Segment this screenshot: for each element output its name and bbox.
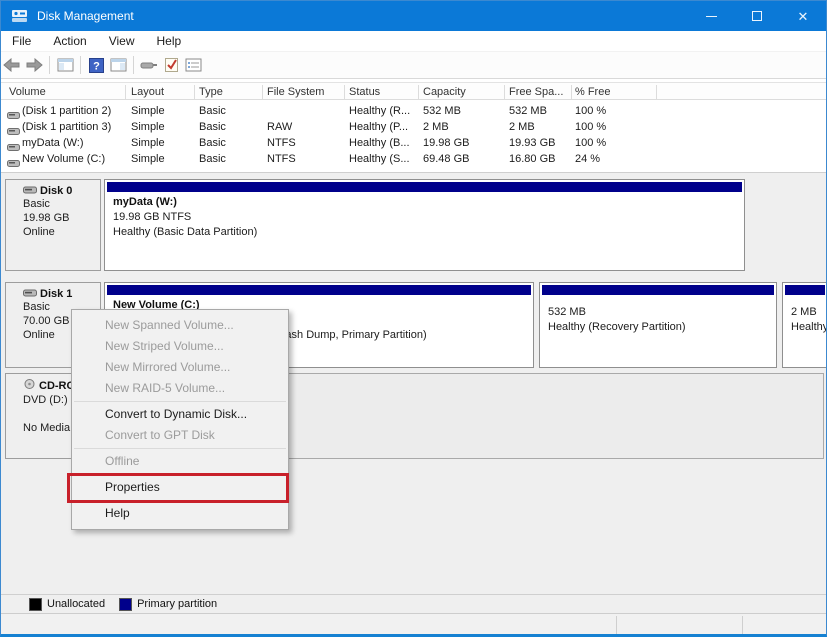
col-file-system[interactable]: File System xyxy=(267,83,324,101)
menu-file[interactable]: File xyxy=(1,31,42,52)
minimize-button[interactable] xyxy=(688,1,734,31)
toolbar-separator xyxy=(133,56,134,74)
volume-list-header: Volume Layout Type File System Status Ca… xyxy=(1,82,826,100)
minimize-icon xyxy=(706,16,717,17)
status-divider xyxy=(616,616,617,634)
primary-partition-bar xyxy=(785,285,825,297)
partition-2mb[interactable]: 2 MB Healthy xyxy=(782,282,827,368)
menu-item-properties[interactable]: Properties xyxy=(72,477,288,498)
col-volume[interactable]: Volume xyxy=(9,83,46,101)
disk-icon xyxy=(23,288,37,300)
menu-action[interactable]: Action xyxy=(42,31,97,52)
disk-context-menu: New Spanned Volume... New Striped Volume… xyxy=(71,309,289,530)
menu-item-convert-to-dynamic-disk[interactable]: Convert to Dynamic Disk... xyxy=(72,404,288,425)
disk0-header[interactable]: Disk 0 Basic 19.98 GB Online xyxy=(5,179,101,271)
disk-tool-icon[interactable] xyxy=(138,55,160,75)
show-console-tree-icon[interactable] xyxy=(54,55,76,75)
menu-separator xyxy=(72,446,288,451)
table-row[interactable]: (Disk 1 partition 2) Simple Basic Health… xyxy=(1,103,826,119)
menu-help[interactable]: Help xyxy=(146,31,193,52)
col-type[interactable]: Type xyxy=(199,83,223,101)
toolbar-separator xyxy=(80,56,81,74)
primary-partition-bar xyxy=(107,285,531,297)
disk0-row: Disk 0 Basic 19.98 GB Online myData (W:)… xyxy=(5,179,746,271)
toolbar: ? xyxy=(1,52,826,79)
legend: Unallocated Primary partition xyxy=(1,594,826,613)
svg-text:?: ? xyxy=(93,60,100,72)
menu-separator xyxy=(72,399,288,404)
column-divider xyxy=(571,85,572,99)
column-divider xyxy=(656,85,657,99)
check-document-icon[interactable] xyxy=(160,55,182,75)
window-title: Disk Management xyxy=(37,9,134,23)
disk-icon xyxy=(23,185,37,197)
menu-item-new-mirrored-volume: New Mirrored Volume... xyxy=(72,357,288,378)
col-free-space[interactable]: Free Spa... xyxy=(509,83,563,101)
menu-item-help[interactable]: Help xyxy=(72,503,288,524)
status-divider xyxy=(742,616,743,634)
menu-separator xyxy=(72,498,288,503)
unallocated-swatch xyxy=(29,598,42,611)
app-icon xyxy=(11,8,29,24)
toolbar-separator xyxy=(49,56,50,74)
primary-partition-bar xyxy=(542,285,774,297)
disk-management-window: Disk Management ✕ File Action View Help … xyxy=(0,0,827,637)
table-row[interactable]: (Disk 1 partition 3) Simple Basic RAW He… xyxy=(1,119,826,135)
maximize-icon xyxy=(752,11,762,21)
disk0-size: 19.98 GB xyxy=(9,211,100,225)
status-bar xyxy=(1,613,826,635)
table-row[interactable]: New Volume (C:) Simple Basic NTFS Health… xyxy=(1,151,826,167)
legend-unallocated: Unallocated xyxy=(47,598,105,610)
col-capacity[interactable]: Capacity xyxy=(423,83,466,101)
column-divider xyxy=(344,85,345,99)
table-row[interactable]: myData (W:) Simple Basic NTFS Healthy (B… xyxy=(1,135,826,151)
forward-icon[interactable] xyxy=(23,55,45,75)
cd-rom-icon xyxy=(23,379,36,393)
column-divider xyxy=(262,85,263,99)
close-icon: ✕ xyxy=(798,10,809,23)
column-divider xyxy=(504,85,505,99)
menu-item-new-spanned-volume: New Spanned Volume... xyxy=(72,315,288,336)
legend-primary-partition: Primary partition xyxy=(137,598,217,610)
title-bar: Disk Management ✕ xyxy=(1,1,826,31)
partition-recovery[interactable]: 532 MB Healthy (Recovery Partition) xyxy=(539,282,777,368)
volume-icon xyxy=(7,155,20,173)
column-divider xyxy=(194,85,195,99)
menu-separator xyxy=(72,472,288,477)
menu-item-new-striped-volume: New Striped Volume... xyxy=(72,336,288,357)
col-status[interactable]: Status xyxy=(349,83,380,101)
menu-view[interactable]: View xyxy=(98,31,146,52)
menu-item-convert-to-gpt-disk: Convert to GPT Disk xyxy=(72,425,288,446)
column-divider xyxy=(125,85,126,99)
disk0-type: Basic xyxy=(9,197,100,211)
col-percent-free[interactable]: % Free xyxy=(575,83,610,101)
properties-list-icon[interactable] xyxy=(182,55,204,75)
maximize-button[interactable] xyxy=(734,1,780,31)
col-layout[interactable]: Layout xyxy=(131,83,164,101)
disk0-status: Online xyxy=(9,225,100,239)
menu-bar: File Action View Help xyxy=(1,31,826,52)
close-button[interactable]: ✕ xyxy=(780,1,826,31)
menu-item-new-raid5-volume: New RAID-5 Volume... xyxy=(72,378,288,399)
show-action-pane-icon[interactable] xyxy=(107,55,129,75)
column-divider xyxy=(418,85,419,99)
menu-item-offline: Offline xyxy=(72,451,288,472)
primary-partition-bar xyxy=(107,182,742,194)
volume-list: Volume Layout Type File System Status Ca… xyxy=(1,79,826,172)
help-icon[interactable]: ? xyxy=(85,55,107,75)
primary-partition-swatch xyxy=(119,598,132,611)
partition-mydata[interactable]: myData (W:) 19.98 GB NTFS Healthy (Basic… xyxy=(104,179,745,271)
back-icon[interactable] xyxy=(1,55,23,75)
